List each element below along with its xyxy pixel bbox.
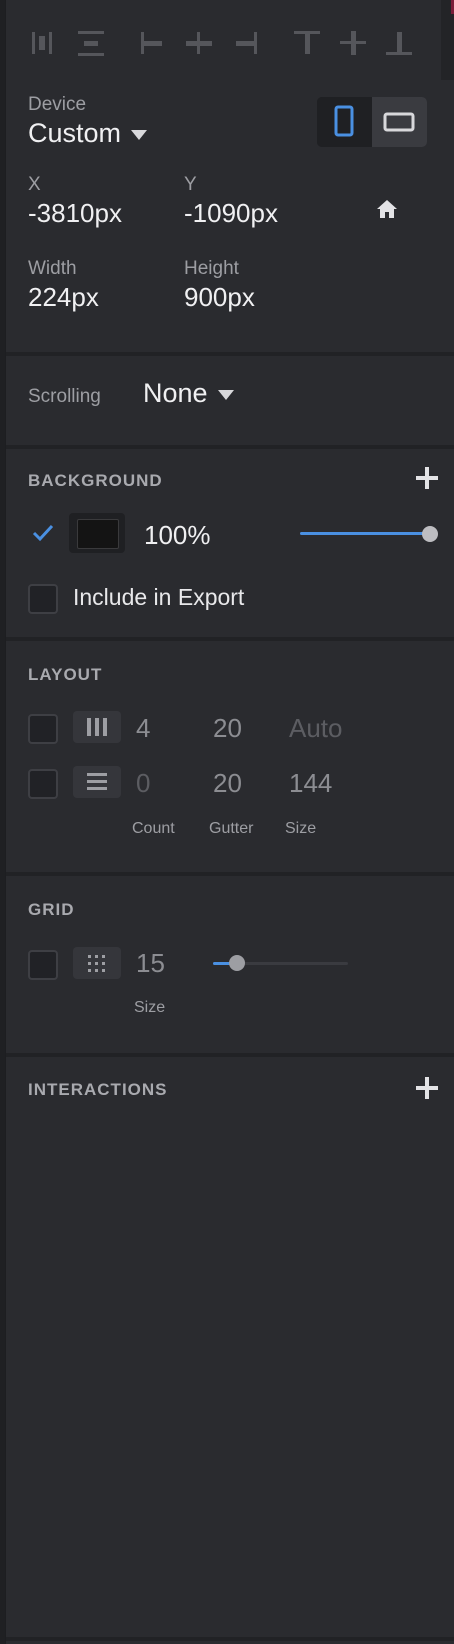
portrait-icon [334, 105, 354, 137]
rows-icon [73, 766, 121, 798]
height-input[interactable]: 900px [184, 282, 255, 313]
x-label: X [28, 174, 41, 195]
align-right-icon[interactable] [228, 26, 262, 60]
landscape-icon [383, 112, 415, 132]
align-top-icon[interactable] [290, 26, 324, 60]
home-icon[interactable] [373, 196, 401, 224]
include-export-checkbox[interactable] [28, 584, 58, 614]
window-edge [441, 0, 454, 80]
background-opacity-input[interactable]: 100% [144, 520, 211, 551]
chevron-down-icon [131, 129, 148, 140]
divider [6, 352, 454, 356]
columns-icon [73, 711, 121, 743]
orientation-toggle [317, 97, 427, 147]
align-left-edge-icon[interactable] [136, 26, 170, 60]
scrolling-label: Scrolling [28, 386, 101, 407]
opacity-slider-thumb[interactable] [422, 526, 438, 542]
count-label: Count [132, 820, 175, 837]
align-bottom-icon[interactable] [382, 26, 416, 60]
grid-slider-thumb[interactable] [229, 955, 245, 971]
grid-size-input[interactable]: 15 [136, 948, 165, 979]
scrolling-value: None [143, 378, 208, 408]
divider [6, 872, 454, 876]
columns-count-input[interactable]: 4 [136, 713, 150, 744]
height-label: Height [184, 258, 239, 279]
divider [6, 1053, 454, 1057]
size-label: Size [285, 820, 317, 837]
background-enabled-checkmark-icon[interactable] [30, 520, 56, 546]
device-label: Device [28, 94, 87, 115]
chevron-down-icon [217, 389, 234, 400]
width-input[interactable]: 224px [28, 282, 99, 313]
x-input[interactable]: -3810px [28, 198, 122, 229]
y-label: Y [184, 174, 197, 195]
columns-size-input[interactable]: Auto [289, 713, 343, 744]
background-section-title: BACKGROUND [28, 471, 163, 490]
align-middle-vertical-icon[interactable] [336, 26, 370, 60]
inspector-panel: Device Custom X -3810px Y -1090px Width … [5, 0, 454, 1644]
device-value: Custom [28, 118, 122, 148]
add-interaction-icon[interactable] [414, 1075, 440, 1101]
device-dropdown[interactable]: Custom [28, 118, 148, 149]
rows-gutter-input[interactable]: 20 [213, 768, 242, 799]
layout-section-title: LAYOUT [28, 665, 103, 684]
divider [6, 445, 454, 449]
gutter-label: Gutter [209, 820, 254, 837]
rows-checkbox[interactable] [28, 769, 58, 799]
rows-count-input[interactable]: 0 [136, 768, 150, 799]
divider [6, 1637, 454, 1641]
columns-checkbox[interactable] [28, 714, 58, 744]
align-left-icon[interactable] [28, 26, 62, 60]
interactions-section-title: INTERACTIONS [28, 1080, 168, 1099]
grid-section-title: GRID [28, 900, 75, 919]
width-label: Width [28, 258, 77, 279]
columns-gutter-input[interactable]: 20 [213, 713, 242, 744]
include-export-label: Include in Export [73, 584, 245, 610]
scrolling-dropdown[interactable]: None [143, 378, 234, 409]
grid-size-label: Size [134, 999, 166, 1016]
opacity-slider-track[interactable] [300, 532, 428, 535]
add-background-icon[interactable] [414, 465, 440, 491]
background-color-swatch[interactable] [69, 513, 125, 553]
landscape-button[interactable] [372, 97, 427, 147]
align-horizontal-distribute-icon[interactable] [74, 26, 108, 60]
portrait-button[interactable] [317, 97, 372, 147]
grid-checkbox[interactable] [28, 950, 58, 980]
y-input[interactable]: -1090px [184, 198, 278, 229]
grid-dots-icon [73, 947, 121, 979]
divider [6, 637, 454, 641]
align-center-horizontal-icon[interactable] [182, 26, 216, 60]
rows-size-input[interactable]: 144 [289, 768, 332, 799]
